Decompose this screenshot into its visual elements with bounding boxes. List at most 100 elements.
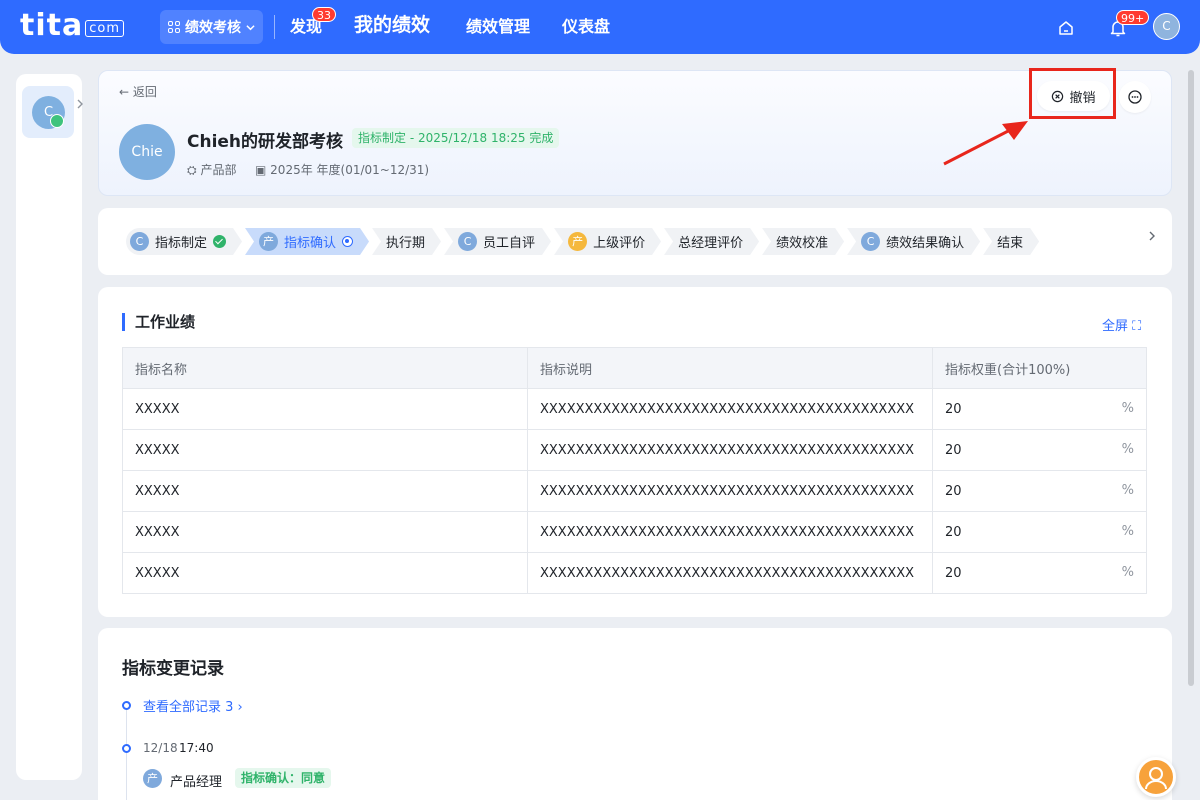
timeline-line [126,710,127,744]
stepper-step[interactable]: C 员工自评 [444,228,551,255]
table-row[interactable]: XXXXX XXXXXXXXXXXXXXXXXXXXXXXXXXXXXXXXXXX… [122,388,1147,430]
left-rail: C [16,74,82,780]
chevron-down-icon [246,24,255,30]
kpi-description-cell: XXXXXXXXXXXXXXXXXXXXXXXXXXXXXXXXXXXXXXXX… [527,552,933,594]
stepper-step[interactable]: 产指标确认 [245,228,369,255]
page-scrollbar[interactable] [1188,70,1194,686]
comment-button[interactable] [1119,81,1151,113]
kpi-description-cell: XXXXXXXXXXXXXXXXXXXXXXXXXXXXXXXXXXXXXXXX… [527,511,933,553]
timeline-dot [122,701,131,710]
step-label: 指标确认 [284,236,337,251]
section-title: 工作业绩 [122,313,195,331]
chevron-right-icon [1149,231,1155,241]
top-nav-bar: tita com 绩效考核 发现 33 我的绩效 绩效管理 仪表盘 99+ C [0,0,1200,54]
logo-suffix: com [85,20,124,37]
step-assignee-avatar: C [458,232,477,251]
chevron-right-icon [77,99,83,109]
period-meta: ▣ 2025年 年度(01/01~12/31) [255,161,429,178]
department-meta: ⛭ 产品部 [187,161,236,178]
nav-my-performance[interactable]: 我的绩效 [354,14,430,36]
nav-discover[interactable]: 发现 33 [290,7,336,38]
view-all-records-link[interactable]: 查看全部记录 3 › [143,696,243,715]
step-assignee-avatar: 产 [568,232,587,251]
nav-my-performance-label: 我的绩效 [354,14,431,36]
log-action-badge: 指标确认：同意 [235,768,332,788]
period-label: 2025年 年度(01/01~12/31) [270,163,430,177]
kpi-weight-cell: 20% [932,552,1147,594]
department-label: 产品部 [200,163,237,177]
actor-avatar: 产 [143,769,162,788]
module-switch-dropdown[interactable]: 绩效考核 [160,10,263,44]
step-assignee-avatar: 产 [259,232,278,251]
comment-icon [1128,90,1142,104]
column-header: 指标名称 [122,347,528,389]
table-row[interactable]: XXXXX XXXXXXXXXXXXXXXXXXXXXXXXXXXXXXXXXXX… [122,470,1147,512]
apps-grid-icon [168,21,180,33]
table-row[interactable]: XXXXX XXXXXXXXXXXXXXXXXXXXXXXXXXXXXXXXXXX… [122,552,1147,594]
back-link[interactable]: ← 返回 [119,83,157,100]
table-row[interactable]: XXXXX XXXXXXXXXXXXXXXXXXXXXXXXXXXXXXXXXXX… [122,429,1147,471]
tita-logo[interactable]: tita com [20,10,124,48]
rail-member-item[interactable]: C [22,86,74,138]
assistant-icon [1145,767,1167,790]
fullscreen-button[interactable]: 全屏 ⛶ [1102,315,1141,334]
stepper-step[interactable]: 绩效校准 [762,228,844,255]
kpi-weight-unit: % [1121,442,1134,457]
kpi-weight-cell: 20% [932,429,1147,471]
stepper-next-button[interactable] [1148,230,1156,246]
table-header-row: 指标名称 指标说明 指标权重(合计100%) [122,347,1147,389]
highlight-box [1029,68,1116,119]
kpi-description-cell: XXXXXXXXXXXXXXXXXXXXXXXXXXXXXXXXXXXXXXXX… [527,470,933,512]
home-icon[interactable] [1058,20,1074,36]
table-row[interactable]: XXXXX XXXXXXXXXXXXXXXXXXXXXXXXXXXXXXXXXXX… [122,511,1147,553]
kpi-description-cell: XXXXXXXXXXXXXXXXXXXXXXXXXXXXXXXXXXXXXXXX… [527,388,933,430]
step-label: 执行期 [386,236,426,251]
actor-name: 产品经理 [170,775,223,790]
kpi-name-cell: XXXXX [122,511,528,553]
nav-dashboard[interactable]: 仪表盘 [562,16,610,38]
nav-performance-management-label: 绩效管理 [466,17,531,36]
kpi-name-cell: XXXXX [122,388,528,430]
org-icon: ⛭ [187,163,197,177]
stepper-step[interactable]: 产上级评价 [554,228,661,255]
page-title: Chieh的研发部考核 [187,132,344,152]
change-log-card: 指标变更记录 查看全部记录 3 › 12/18 17:40 产 产品经理 指标确… [98,628,1172,800]
log-date: 12/18 [143,741,178,755]
kpi-name-cell: XXXXX [122,552,528,594]
rail-expand-toggle[interactable] [76,96,88,116]
step-label: 指标制定 [155,236,208,251]
kpi-weight-value: 20 [945,401,962,417]
help-assistant-button[interactable] [1136,757,1176,797]
discover-count-badge: 33 [312,7,336,22]
stepper-step[interactable]: 结束 [983,228,1039,255]
kpi-table: 指标名称 指标说明 指标权重(合计100%) XXXXX XXXXXXXXXXXX… [122,347,1147,594]
column-header: 指标权重(合计100%) [932,347,1147,389]
step-label: 总经理评价 [678,236,744,251]
stepper-track: C 指标制定产指标确认 执行期 C 员工自评产上级评价 总经理评价 绩效校准 C 绩效结果确认结… [126,228,1042,255]
stepper-step[interactable]: C 指标制定 [126,228,242,255]
kpi-weight-cell: 20% [932,388,1147,430]
step-done-check-icon [213,235,226,248]
module-switch-label: 绩效考核 [185,20,241,36]
kpi-name-cell: XXXXX [122,470,528,512]
logo-text: tita [20,8,84,43]
log-title: 指标变更记录 [122,659,224,679]
step-label: 员工自评 [483,236,536,251]
stepper-step[interactable]: 执行期 [372,228,441,255]
nav-dashboard-label: 仪表盘 [562,17,611,36]
log-time: 17:40 [179,741,214,755]
step-label: 结束 [997,236,1024,251]
user-avatar[interactable]: C [1153,13,1180,40]
kpi-weight-unit: % [1121,565,1134,580]
stepper-step[interactable]: C 绩效结果确认 [847,228,980,255]
step-current-indicator-icon [342,236,353,247]
nav-performance-management[interactable]: 绩效管理 [466,16,530,38]
kpi-weight-unit: % [1121,524,1134,539]
annotation-arrow [943,121,1028,166]
kpi-weight-value: 20 [945,565,962,581]
employee-avatar: Chie [119,124,175,180]
column-header: 指标说明 [527,347,933,389]
stepper-step[interactable]: 总经理评价 [664,228,759,255]
calendar-icon: ▣ [255,163,267,177]
notification-count-badge: 99+ [1116,10,1150,25]
